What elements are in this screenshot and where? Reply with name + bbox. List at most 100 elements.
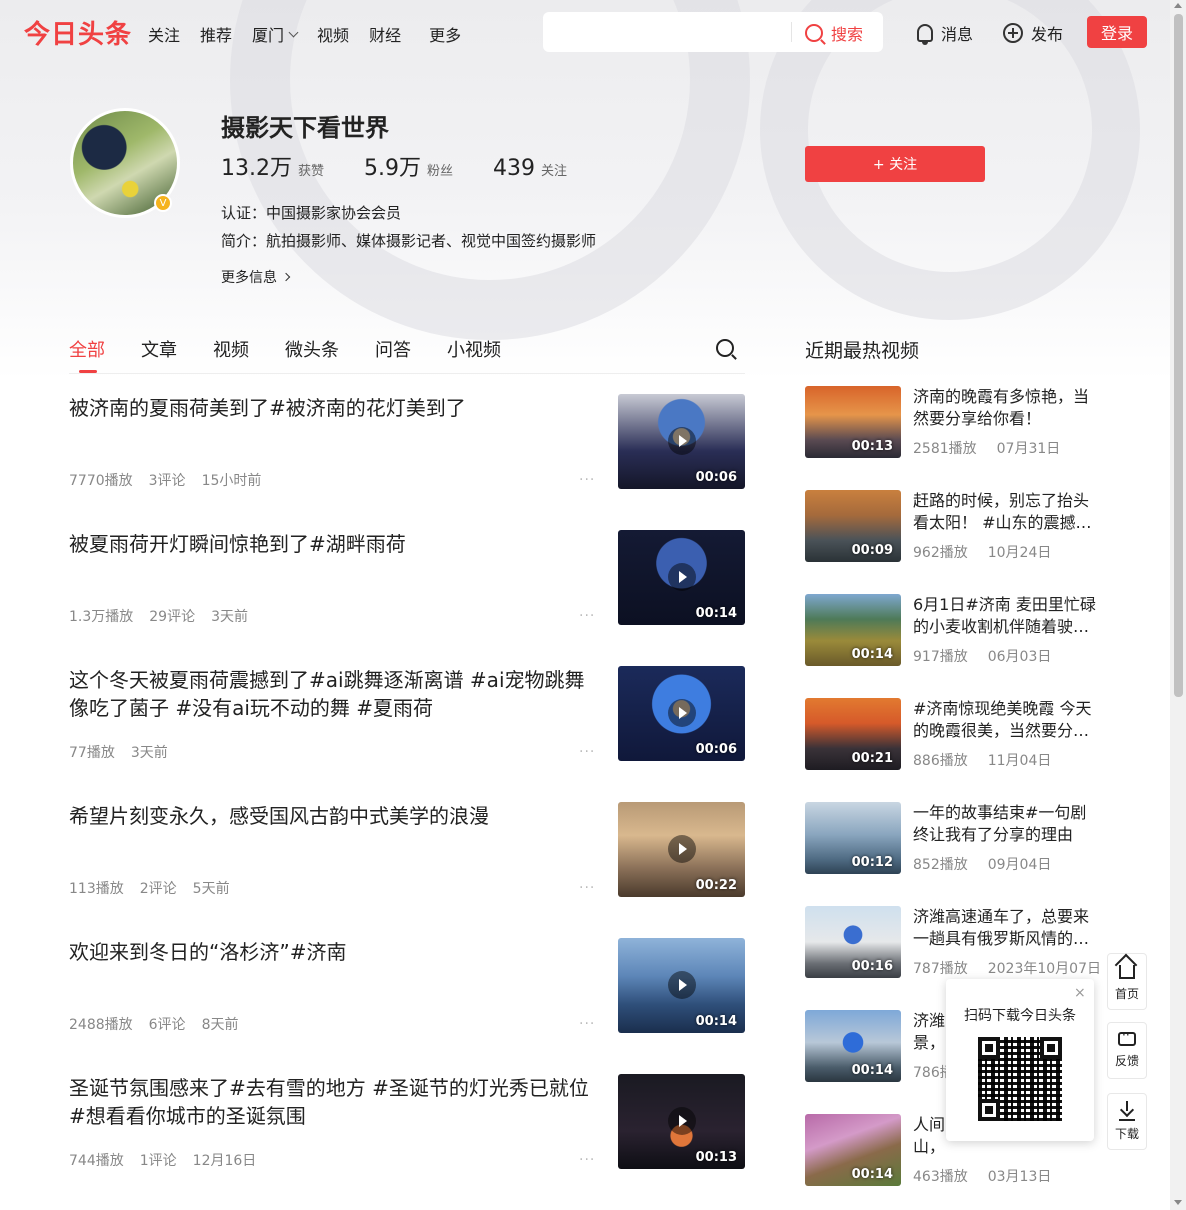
feed-item-title[interactable]: 圣诞节氛围感来了#去有雪的地方 #圣诞节的灯光秀已就位 #想看看你城市的圣诞氛围	[69, 1074, 599, 1130]
hot-video-meta: 917播放 06月03日	[913, 646, 1071, 666]
hot-video-title[interactable]: 赶路的时候，别忘了抬头看太阳！ #山东的震撼…	[913, 490, 1099, 534]
play-count: 917播放	[913, 649, 968, 665]
search-divider	[791, 22, 792, 42]
video-duration: 00:16	[851, 959, 893, 974]
comment-count[interactable]: 3评论	[149, 470, 186, 490]
tab-qa[interactable]: 问答	[375, 336, 411, 362]
tab-short-videos[interactable]: 小视频	[447, 336, 501, 362]
comment-count[interactable]: 29评论	[149, 606, 195, 626]
download-icon	[1120, 1101, 1134, 1117]
comment-count[interactable]: 6评论	[149, 1014, 186, 1034]
nav-item-finance[interactable]: 财经	[369, 22, 401, 46]
feedback-tool-button[interactable]: 反馈	[1107, 1022, 1147, 1079]
more-options-icon[interactable]: ···	[579, 608, 595, 624]
tab-articles[interactable]: 文章	[141, 336, 177, 362]
hot-video-thumbnail[interactable]: 00:13	[805, 386, 901, 458]
feed-item-title[interactable]: 这个冬天被夏雨荷震撼到了#ai跳舞逐渐离谱 #ai宠物跳舞像吃了菌子 #没有ai…	[69, 666, 599, 722]
login-button[interactable]: 登录	[1087, 16, 1147, 48]
publish-time: 3天前	[211, 609, 249, 625]
tab-all[interactable]: 全部	[69, 336, 105, 362]
nav-item-follow[interactable]: 关注	[148, 22, 180, 46]
home-tool-button[interactable]: 首页	[1107, 953, 1147, 1010]
play-count: 1.3万播放	[69, 609, 134, 625]
hot-video-title-line: 山，	[913, 1137, 946, 1156]
search-input[interactable]	[543, 12, 791, 52]
hot-video-meta: 852播放 09月04日	[913, 854, 1071, 874]
more-options-icon[interactable]: ···	[579, 472, 595, 488]
follow-button[interactable]: + 关注	[805, 146, 985, 182]
feed-item-title[interactable]: 希望片刻变永久，感受国风古韵中式美学的浪漫	[69, 802, 599, 830]
hot-video-title-line: 济潍	[913, 1011, 946, 1030]
video-thumbnail[interactable]: 00:13	[618, 1074, 745, 1169]
search-button[interactable]: 搜索	[805, 21, 863, 45]
more-info-link[interactable]: 更多信息	[221, 267, 291, 287]
play-icon	[668, 699, 696, 727]
search-button-label: 搜索	[831, 25, 864, 44]
hot-video-thumbnail[interactable]: 00:14	[805, 1114, 901, 1186]
feed-item-title[interactable]: 被夏雨荷开灯瞬间惊艳到了#湖畔雨荷	[69, 530, 599, 558]
video-duration: 00:14	[851, 647, 893, 662]
bio-text: 简介：航拍摄影师、媒体摄影记者、视觉中国签约摄影师	[221, 232, 597, 250]
feed-item-title[interactable]: 被济南的夏雨荷美到了#被济南的花灯美到了	[69, 394, 599, 422]
tab-videos[interactable]: 视频	[213, 336, 249, 362]
hot-video-meta: 463播放 03月13日	[913, 1166, 1071, 1186]
hot-video-item: 00:14 6月1日#济南 麦田里忙碌的小麦收割机伴随着驶… 917播放 06月0…	[805, 594, 1105, 666]
hot-video-item: 00:16 济潍高速通车了，总要来一趟具有俄罗斯风情的… 787播放 2023年1…	[805, 906, 1105, 978]
more-options-icon[interactable]: ···	[579, 880, 595, 896]
top-navbar: 今日头条 关注 推荐 厦门 视频 财经 更多 搜索 消息 发布 登录	[0, 0, 1170, 64]
comment-count[interactable]: 1评论	[140, 1150, 177, 1170]
chevron-down-icon	[288, 27, 299, 37]
hot-video-title[interactable]: 济潍高速通车了，总要来一趟具有俄罗斯风情的…	[913, 906, 1099, 950]
search-icon[interactable]	[716, 339, 734, 357]
more-options-icon[interactable]: ···	[579, 1152, 595, 1168]
search-box: 搜索	[543, 12, 883, 52]
hot-video-thumbnail[interactable]: 00:21	[805, 698, 901, 770]
more-info-label: 更多信息	[221, 270, 277, 286]
hot-video-thumbnail[interactable]: 00:09	[805, 490, 901, 562]
fans-count: 5.9万	[364, 156, 422, 181]
tab-micro-posts[interactable]: 微头条	[285, 336, 339, 362]
hot-video-title[interactable]: 济南的晚霞有多惊艳，当然要分享给你看！	[913, 386, 1099, 430]
scroll-up-arrow-icon[interactable]	[1174, 3, 1182, 8]
feed-item-title[interactable]: 欢迎来到冬日的“洛杉济”#济南	[69, 938, 599, 966]
nav-item-more[interactable]: 更多	[429, 22, 461, 46]
hot-video-title[interactable]: 一年的故事结束#一句剧终让我有了分享的理由	[913, 802, 1099, 846]
video-thumbnail[interactable]: 00:14	[618, 530, 745, 625]
nav-item-city[interactable]: 厦门	[252, 22, 299, 46]
video-thumbnail[interactable]: 00:22	[618, 802, 745, 897]
scroll-down-arrow-icon[interactable]	[1174, 1200, 1182, 1205]
more-options-icon[interactable]: ···	[579, 1016, 595, 1032]
qr-popup-title: 扫码下载今日头条	[964, 1008, 1076, 1024]
video-thumbnail[interactable]: 00:06	[618, 394, 745, 489]
publish-time: 3天前	[130, 745, 168, 761]
fans-stat[interactable]: 5.9万 粉丝	[364, 150, 453, 182]
more-options-icon[interactable]: ···	[579, 744, 595, 760]
video-thumbnail[interactable]: 00:14	[618, 938, 745, 1033]
video-duration: 00:14	[695, 606, 737, 621]
chat-bubble-icon	[1118, 1028, 1136, 1046]
publish-button[interactable]: 发布	[1003, 21, 1063, 45]
hot-videos-title: 近期最热视频	[805, 340, 920, 362]
download-tool-button[interactable]: 下载	[1107, 1093, 1147, 1150]
hot-video-title[interactable]: #济南惊现绝美晚霞 今天的晚霞很美，当然要分…	[913, 698, 1099, 742]
hot-video-thumbnail[interactable]: 00:16	[805, 906, 901, 978]
hot-video-thumbnail[interactable]: 00:14	[805, 1010, 901, 1082]
feed-item-meta: 2488播放 6评论 8天前	[69, 1014, 254, 1034]
messages-button[interactable]: 消息	[917, 21, 973, 45]
toutiao-logo[interactable]: 今日头条	[24, 14, 132, 51]
hot-video-thumbnail[interactable]: 00:12	[805, 802, 901, 874]
video-duration: 00:13	[851, 439, 893, 454]
nav-item-video[interactable]: 视频	[317, 22, 349, 46]
close-icon[interactable]: ×	[1074, 985, 1086, 1001]
feed-item-meta: 7770播放 3评论 15小时前	[69, 470, 277, 490]
nav-item-recommend[interactable]: 推荐	[200, 22, 232, 46]
verified-badge-icon: V	[154, 194, 172, 212]
hot-video-title[interactable]: 6月1日#济南 麦田里忙碌的小麦收割机伴随着驶…	[913, 594, 1099, 638]
following-stat[interactable]: 439 关注	[493, 156, 567, 181]
video-thumbnail[interactable]: 00:06	[618, 666, 745, 761]
comment-count[interactable]: 2评论	[140, 878, 177, 898]
scrollbar-thumb[interactable]	[1174, 14, 1183, 697]
hot-video-thumbnail[interactable]: 00:14	[805, 594, 901, 666]
feed-item-meta: 113播放 2评论 5天前	[69, 878, 246, 898]
qr-code-image	[978, 1037, 1062, 1121]
